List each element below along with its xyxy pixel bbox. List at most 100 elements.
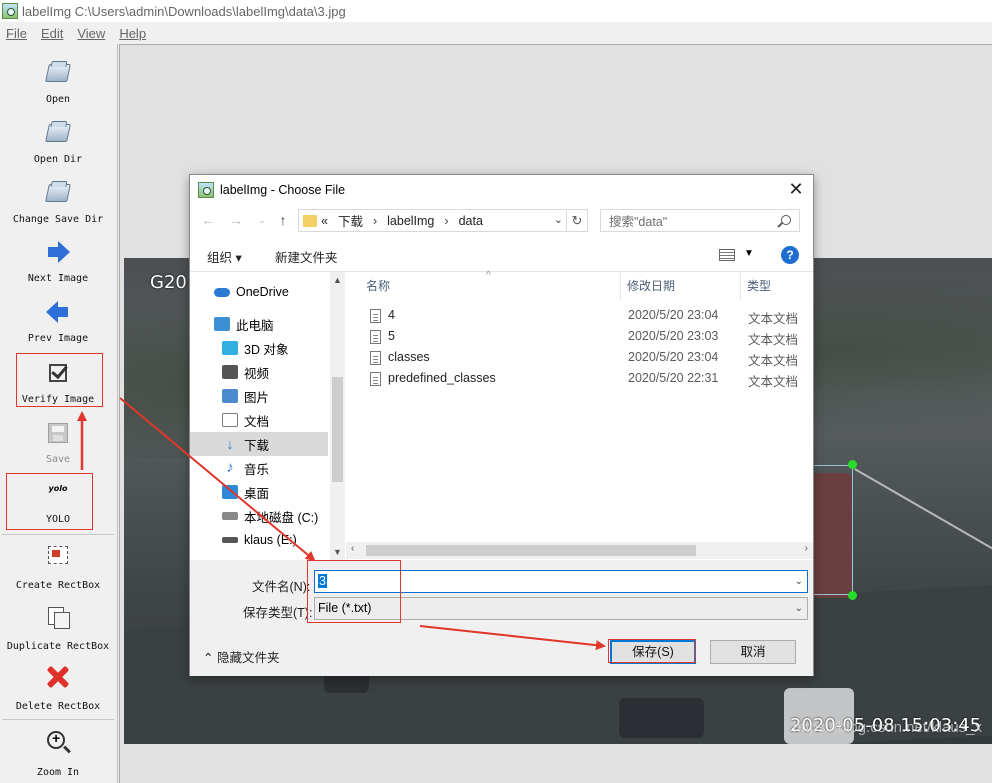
- file-name: predefined_classes: [388, 371, 496, 385]
- save-button[interactable]: Save: [0, 410, 116, 470]
- scroll-right-icon[interactable]: ›: [805, 543, 808, 554]
- help-icon[interactable]: ?: [781, 246, 799, 264]
- organize-menu[interactable]: 组织 ▾: [207, 247, 242, 266]
- file-type: 文本文档: [748, 333, 799, 347]
- file-row[interactable]: 5 2020/5/20 23:03 文本文档: [346, 326, 813, 347]
- scroll-up-icon[interactable]: ▲: [333, 275, 342, 285]
- dialog-command-bar: 组织 ▾ 新建文件夹 ▼ ?: [190, 238, 813, 272]
- search-icon[interactable]: [781, 215, 791, 225]
- file-date: 2020/5/20 23:04: [628, 308, 719, 322]
- bounding-box[interactable]: [808, 465, 853, 595]
- nav-item-documents[interactable]: 文档: [190, 408, 328, 432]
- file-row[interactable]: 4 2020/5/20 23:04 文本文档: [346, 305, 813, 326]
- breadcrumb-overflow[interactable]: «: [321, 214, 328, 228]
- file-row[interactable]: classes 2020/5/20 23:04 文本文档: [346, 347, 813, 368]
- up-arrow-icon[interactable]: ↑: [275, 212, 291, 228]
- view-options-icon[interactable]: [719, 249, 735, 261]
- text-file-icon: [370, 309, 381, 323]
- breadcrumb-separator: ›: [372, 213, 378, 228]
- menu-edit[interactable]: Edit: [41, 26, 63, 41]
- window-titlebar: labelImg C:\Users\admin\Downloads\labelI…: [0, 0, 992, 22]
- forward-arrow-icon[interactable]: →: [228, 212, 244, 228]
- toolbar-divider: [2, 719, 114, 720]
- column-header-name[interactable]: 名称: [346, 272, 621, 300]
- nav-item-label: OneDrive: [236, 285, 289, 299]
- filetype-label: 保存类型(T):: [243, 606, 313, 620]
- nav-item-label: 音乐: [244, 462, 270, 477]
- duplicate-rectbox-button[interactable]: Duplicate RectBox: [0, 597, 116, 657]
- search-input[interactable]: 搜索"data": [600, 209, 800, 232]
- breadcrumb-downloads[interactable]: 下载: [338, 211, 363, 230]
- save-button-highlight-box: [608, 639, 696, 663]
- prev-image-label: Prev Image: [27, 333, 89, 344]
- nav-item-downloads[interactable]: ↓ 下载: [190, 432, 328, 456]
- nav-item-desktop[interactable]: 桌面: [190, 480, 328, 504]
- nav-item-pictures[interactable]: 图片: [190, 384, 328, 408]
- delete-rectbox-button[interactable]: Delete RectBox: [0, 657, 116, 717]
- close-icon[interactable]: ✕: [787, 180, 805, 198]
- nav-item-label: 视频: [244, 366, 270, 381]
- column-header-label: 修改日期: [627, 279, 676, 293]
- zoom-in-button[interactable]: Zoom In: [0, 723, 116, 783]
- change-save-dir-button[interactable]: Change Save Dir: [0, 170, 116, 230]
- column-header-date[interactable]: 修改日期: [621, 272, 741, 300]
- file-type: 文本文档: [748, 312, 799, 326]
- file-row[interactable]: predefined_classes 2020/5/20 22:31 文本文档: [346, 368, 813, 389]
- next-image-button[interactable]: Next Image: [0, 229, 116, 289]
- prev-image-button[interactable]: Prev Image: [0, 289, 116, 349]
- change-save-dir-label: Change Save Dir: [12, 214, 104, 225]
- menu-help[interactable]: Help: [119, 26, 146, 41]
- address-bar[interactable]: « 下载 › labelImg › data ⌄ ↻: [298, 209, 588, 232]
- dialog-bottom-area: 文件名(N): 3 ⌄ 保存类型(T): File (*.txt) ⌄ ⌃ 隐藏…: [190, 560, 813, 676]
- scroll-down-icon[interactable]: ▼: [333, 547, 342, 557]
- breadcrumb-data[interactable]: data: [459, 214, 483, 228]
- dialog-title: labelImg - Choose File: [220, 182, 346, 197]
- chevron-up-icon: ⌃: [203, 651, 214, 665]
- change-save-dir-folder-icon: [46, 180, 70, 204]
- zoom-in-magnifier-icon: [47, 730, 65, 749]
- folder-icon: [303, 214, 317, 227]
- create-rectbox-button[interactable]: Create RectBox: [0, 536, 116, 596]
- text-file-icon: [370, 351, 381, 365]
- nav-item-videos[interactable]: 视频: [190, 360, 328, 384]
- open-dir-button[interactable]: Open Dir: [0, 110, 116, 170]
- nav-item-this-pc[interactable]: 此电脑: [190, 312, 328, 336]
- breadcrumb-labelimg[interactable]: labelImg: [387, 214, 434, 228]
- chevron-down-icon[interactable]: ▼: [744, 248, 754, 259]
- nav-item-3d-objects[interactable]: 3D 对象: [190, 336, 328, 360]
- nav-item-local-disk-c[interactable]: 本地磁盘 (C:): [190, 504, 328, 528]
- bbox-corner-handle[interactable]: [848, 591, 857, 600]
- yolo-highlight-box: [6, 473, 93, 530]
- chevron-down-icon[interactable]: ⌄: [795, 598, 803, 619]
- bbox-corner-handle[interactable]: [848, 460, 857, 469]
- menu-file[interactable]: File: [6, 26, 27, 41]
- file-list-horizontal-scrollbar[interactable]: ‹ ›: [346, 542, 813, 559]
- floppy-disk-icon: [48, 423, 68, 443]
- navigation-pane: OneDrive 此电脑 3D 对象 视频 图片 文档 ↓ 下载 ♪ 音乐 桌面…: [190, 272, 345, 560]
- nav-item-onedrive[interactable]: OneDrive: [190, 280, 328, 304]
- recent-dropdown-icon[interactable]: ⌄: [254, 212, 270, 228]
- open-button[interactable]: Open: [0, 50, 116, 110]
- nav-item-klaus-e[interactable]: klaus (E:): [190, 528, 328, 552]
- navigation-scrollbar[interactable]: ▲ ▼: [330, 272, 345, 560]
- new-folder-button[interactable]: 新建文件夹: [275, 247, 338, 266]
- open-dir-folder-icon: [46, 120, 70, 144]
- hide-folders-toggle[interactable]: ⌃ 隐藏文件夹: [203, 647, 279, 666]
- column-header-type[interactable]: 类型: [741, 272, 813, 300]
- download-arrow-icon: ↓: [226, 436, 234, 452]
- file-list: 名称 ^ 修改日期 类型 4 2020/5/20 23:04 文本文档 5 20…: [346, 270, 813, 560]
- scroll-left-icon[interactable]: ‹: [351, 543, 354, 554]
- scrollbar-thumb[interactable]: [332, 377, 343, 482]
- back-arrow-icon[interactable]: ←: [200, 212, 216, 228]
- nav-item-music[interactable]: ♪ 音乐: [190, 456, 328, 480]
- menu-view[interactable]: View: [77, 26, 105, 41]
- red-x-delete-icon: [46, 665, 70, 689]
- cancel-button[interactable]: 取消: [710, 640, 796, 664]
- breadcrumb-separator: ›: [444, 213, 449, 228]
- scrollbar-thumb[interactable]: [366, 545, 696, 556]
- refresh-icon[interactable]: ↻: [566, 210, 587, 231]
- open-label: Open: [45, 94, 71, 105]
- chevron-down-icon[interactable]: ⌄: [554, 213, 563, 226]
- chevron-down-icon[interactable]: ⌄: [795, 571, 803, 592]
- column-header-label: 名称: [366, 279, 391, 293]
